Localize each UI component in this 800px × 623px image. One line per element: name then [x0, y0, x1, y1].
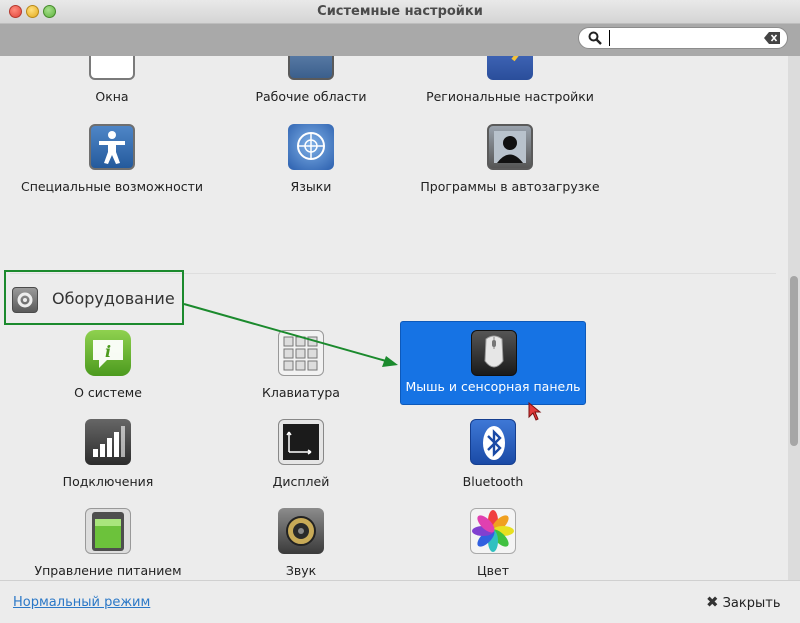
footer: Нормальный режим ✖ Закрыть [0, 580, 800, 623]
close-button[interactable]: ✖ Закрыть [706, 593, 780, 611]
vertical-scrollbar[interactable] [788, 56, 800, 580]
scrollbar-thumb[interactable] [790, 276, 798, 446]
search-input[interactable] [609, 30, 759, 46]
settings-content: Окна Рабочие области Региональные настро… [0, 56, 788, 580]
mouse-cursor-icon [528, 402, 542, 421]
search-box[interactable] [578, 27, 788, 49]
close-icon: ✖ [706, 593, 719, 611]
clear-search-icon[interactable] [764, 32, 780, 44]
title-bar: Системные настройки [0, 0, 800, 24]
annotation-arrow [183, 303, 398, 367]
close-button-label: Закрыть [722, 596, 781, 611]
window-title: Системные настройки [317, 4, 483, 19]
search-icon [588, 31, 602, 45]
toolbar [0, 24, 800, 56]
normal-mode-link[interactable]: Нормальный режим [13, 595, 150, 610]
